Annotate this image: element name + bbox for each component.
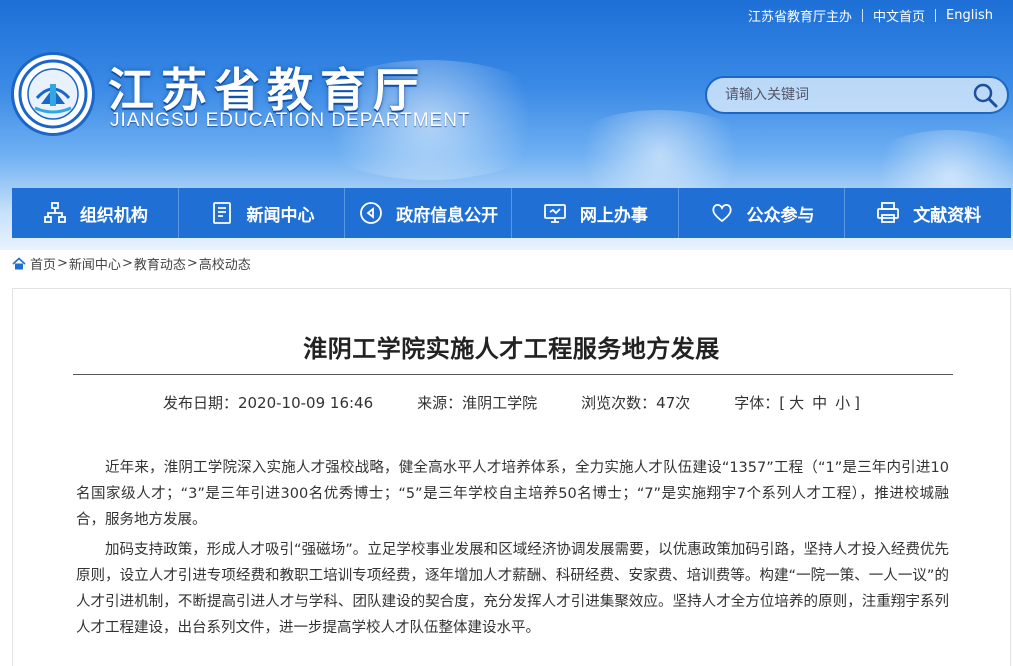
font-medium-button[interactable]: 中 xyxy=(812,394,827,412)
breadcrumb: 首页 > 新闻中心 > 教育动态 > 高校动态 xyxy=(12,254,251,273)
publish-date: 发布日期：2020-10-09 16:46 xyxy=(162,394,374,412)
search-icon xyxy=(973,83,998,108)
top-link-english[interactable]: English xyxy=(936,8,1003,23)
top-link-sponsor[interactable]: 江苏省教育厅主办 xyxy=(738,6,862,25)
nav-item-label: 公众参与 xyxy=(746,205,815,226)
nav-item-documents[interactable]: 文献资料 xyxy=(845,188,1011,238)
article-title: 淮阴工学院实施人才工程服务地方发展 xyxy=(303,335,720,363)
article-paragraph: 近年来，淮阴工学院深入实施人才强校战略，健全高水平人才培养体系，全力实施人才队伍… xyxy=(76,460,949,528)
view-count: 浏览次数：47次 xyxy=(581,394,691,412)
nav-item-label: 文献资料 xyxy=(913,205,982,226)
breadcrumb-separator: > xyxy=(121,255,133,271)
nav-item-news[interactable]: 新闻中心 xyxy=(179,188,346,238)
nav-item-organization[interactable]: 组织机构 xyxy=(12,188,179,238)
printer-icon xyxy=(875,200,901,226)
breadcrumb-home[interactable]: 首页 xyxy=(30,254,56,273)
document-icon xyxy=(209,200,235,226)
nav-item-label: 新闻中心 xyxy=(246,205,315,226)
search-input[interactable] xyxy=(707,78,963,112)
search-button[interactable] xyxy=(963,78,1007,112)
banner-glow xyxy=(560,110,760,200)
top-links: 江苏省教育厅主办 中文首页 English xyxy=(738,6,1003,25)
breadcrumb-news[interactable]: 新闻中心 xyxy=(69,254,121,273)
nav-item-label: 政府信息公开 xyxy=(396,205,499,226)
search-box xyxy=(705,76,1009,114)
article-source: 来源：淮阴工学院 xyxy=(417,394,538,412)
article-body: 近年来，淮阴工学院深入实施人才强校战略，健全高水平人才培养体系，全力实施人才队伍… xyxy=(76,455,949,645)
nav-item-public-participation[interactable]: 公众参与 xyxy=(679,188,846,238)
logo-emblem-icon[interactable] xyxy=(11,52,95,136)
breadcrumb-separator: > xyxy=(186,255,198,271)
nav-item-gov-info[interactable]: 政府信息公开 xyxy=(345,188,513,238)
logo-title-en: JIANGSU EDUCATION DEPARTMENT xyxy=(110,110,471,131)
org-chart-icon xyxy=(42,200,68,226)
article-paragraph: 加码支持政策，形成人才吸引“强磁场”。立足学校事业发展和区域经济协调发展需要，以… xyxy=(76,542,949,636)
article-meta: 发布日期：2020-10-09 16:46 来源：淮阴工学院 浏览次数：47次 … xyxy=(13,392,1010,413)
font-large-button[interactable]: 大 xyxy=(789,394,804,412)
nav-item-online-services[interactable]: 网上办事 xyxy=(512,188,679,238)
font-size-bracket: ] xyxy=(854,394,861,412)
nav-item-label: 网上办事 xyxy=(579,205,648,226)
top-link-chinese-home[interactable]: 中文首页 xyxy=(863,6,935,25)
megaphone-icon xyxy=(358,200,384,226)
breadcrumb-separator: > xyxy=(57,255,68,271)
article-panel: 淮阴工学院实施人才工程服务地方发展 发布日期：2020-10-09 16:46 … xyxy=(12,288,1011,666)
home-icon xyxy=(12,256,26,270)
font-size-label: 字体：[ xyxy=(734,394,786,412)
main-nav: 组织机构 新闻中心 政府信息公开 网上办事 公众参与 文献资料 xyxy=(12,188,1011,238)
font-size-control: 字体：[大中小] xyxy=(734,392,860,413)
font-small-button[interactable]: 小 xyxy=(835,394,850,412)
heart-icon xyxy=(709,200,735,226)
title-divider xyxy=(73,374,953,375)
nav-item-label: 组织机构 xyxy=(79,205,148,226)
breadcrumb-universities[interactable]: 高校动态 xyxy=(199,254,251,273)
breadcrumb-education[interactable]: 教育动态 xyxy=(134,254,186,273)
monitor-icon xyxy=(542,200,568,226)
